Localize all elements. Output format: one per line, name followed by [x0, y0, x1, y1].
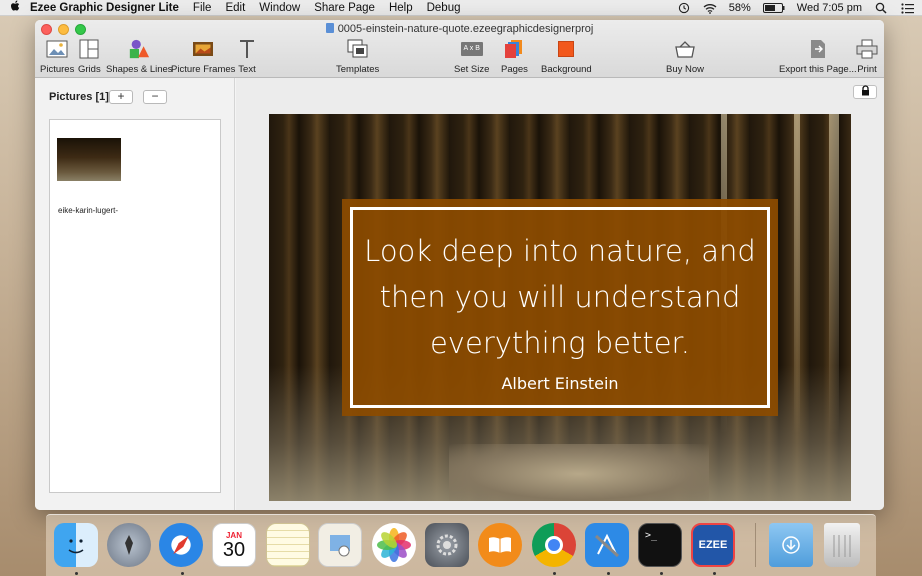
shopping-basket-icon [674, 38, 696, 60]
dock: JAN 30 >_ EZEE [46, 514, 876, 576]
picture-frame-icon [192, 38, 214, 60]
xcode-icon[interactable] [585, 523, 629, 567]
design-canvas[interactable]: Look deep into nature, and then you will… [269, 114, 851, 501]
menu-file[interactable]: File [193, 2, 212, 14]
printer-icon [856, 38, 878, 60]
downloads-folder-icon[interactable] [769, 523, 813, 567]
launchpad-icon[interactable] [107, 523, 151, 567]
ezee-graphic-designer-icon[interactable]: EZEE [691, 523, 735, 567]
wifi-icon[interactable] [703, 2, 717, 14]
app-menu[interactable]: Ezee Graphic Designer Lite [30, 2, 179, 14]
notes-icon[interactable] [266, 523, 310, 567]
quote-author[interactable]: Albert Einstein [353, 374, 767, 393]
clock[interactable]: Wed 7:05 pm [797, 2, 862, 14]
quote-text[interactable]: Look deep into nature, and then you will… [353, 228, 767, 366]
picture-frames-tool-button[interactable]: Picture Frames [171, 38, 235, 75]
menu-window[interactable]: Window [259, 2, 300, 14]
battery-percentage: 58% [728, 2, 751, 14]
pictures-panel: Pictures [1] + − eike-karin-lugert- [35, 78, 235, 510]
pages-icon [503, 38, 525, 60]
remove-picture-button[interactable]: − [143, 90, 167, 104]
menu-edit[interactable]: Edit [225, 2, 245, 14]
menu-help[interactable]: Help [389, 2, 413, 14]
buy-now-button[interactable]: Buy Now [666, 38, 704, 75]
spotlight-search-icon[interactable] [874, 2, 888, 14]
pictures-list[interactable]: eike-karin-lugert- [49, 119, 221, 493]
battery-icon[interactable] [762, 2, 785, 14]
menu-debug[interactable]: Debug [427, 2, 461, 14]
picture-icon [46, 38, 68, 60]
menu-share-page[interactable]: Share Page [314, 2, 375, 14]
background-color-icon [555, 38, 577, 60]
picture-thumbnail[interactable] [57, 138, 121, 181]
templates-icon [347, 38, 369, 60]
app-window: 0005-einstein-nature-quote.ezeegraphicde… [35, 20, 884, 510]
forest-path-background [449, 444, 709, 501]
notification-center-icon[interactable] [900, 2, 914, 14]
time-machine-icon[interactable] [677, 2, 691, 14]
dock-separator [755, 523, 756, 567]
templates-tool-button[interactable]: Templates [336, 38, 379, 75]
picture-thumbnail-label: eike-karin-lugert- [58, 206, 119, 215]
quote-box[interactable]: Look deep into nature, and then you will… [342, 199, 778, 416]
print-button[interactable]: Print [856, 38, 878, 75]
quote-border: Look deep into nature, and then you will… [350, 207, 770, 408]
menu-bar: Ezee Graphic Designer Lite File Edit Win… [0, 0, 922, 16]
finder-icon[interactable] [54, 523, 98, 567]
photos-icon[interactable] [372, 523, 416, 567]
trash-icon[interactable] [824, 523, 860, 567]
terminal-icon[interactable]: >_ [638, 523, 682, 567]
text-tool-button[interactable]: Text [236, 38, 258, 75]
document-icon [325, 23, 334, 33]
add-picture-button[interactable]: + [109, 90, 133, 104]
pictures-tool-button[interactable]: Pictures [40, 38, 74, 75]
window-toolbar: 0005-einstein-nature-quote.ezeegraphicde… [35, 20, 884, 78]
chrome-icon[interactable] [532, 523, 576, 567]
preview-icon[interactable] [318, 523, 362, 567]
grid-layout-icon [78, 38, 100, 60]
apple-menu-icon[interactable] [0, 0, 30, 15]
lock-icon [861, 85, 870, 99]
background-tool-button[interactable]: Background [541, 38, 592, 75]
set-size-icon: A x B [460, 38, 483, 60]
pictures-panel-title: Pictures [1] [49, 91, 109, 103]
system-preferences-icon[interactable] [425, 523, 469, 567]
lock-button[interactable] [853, 85, 877, 99]
calendar-icon[interactable]: JAN 30 [212, 523, 256, 567]
shapes-lines-tool-button[interactable]: Shapes & Lines [106, 38, 173, 75]
set-size-tool-button[interactable]: A x B Set Size [454, 38, 489, 75]
text-icon [236, 38, 258, 60]
grids-tool-button[interactable]: Grids [78, 38, 101, 75]
shapes-icon [128, 38, 150, 60]
canvas-area: Look deep into nature, and then you will… [236, 78, 884, 510]
safari-icon[interactable] [159, 523, 203, 567]
window-title: 0005-einstein-nature-quote.ezeegraphicde… [337, 23, 594, 35]
ibooks-icon[interactable] [478, 523, 522, 567]
pages-tool-button[interactable]: Pages [501, 38, 528, 75]
export-page-button[interactable]: Export this Page... [779, 38, 857, 75]
export-icon [807, 38, 829, 60]
